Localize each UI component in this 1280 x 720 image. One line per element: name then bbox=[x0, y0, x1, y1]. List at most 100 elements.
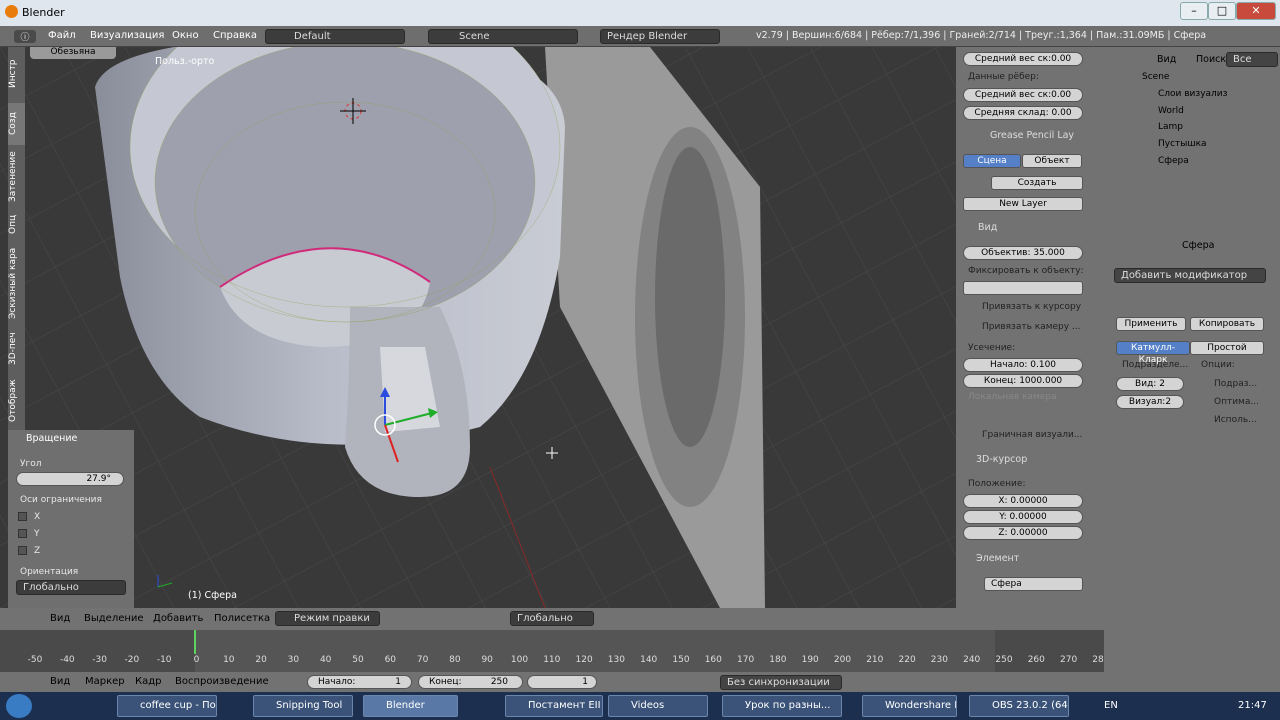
add-modifier-select[interactable]: Добавить модификатор bbox=[1114, 268, 1266, 283]
taskbar-item[interactable]: Wondershare Fil... bbox=[862, 695, 957, 717]
lock-object-field[interactable] bbox=[963, 281, 1083, 295]
lens-field[interactable]: Объектив: 35.000 bbox=[963, 246, 1083, 260]
mean-crease-field[interactable]: Средняя склад: 0.00 bbox=[963, 106, 1083, 120]
orientation-select[interactable]: Глобально bbox=[16, 580, 126, 595]
timeline-playback-menu[interactable]: Воспроизведение bbox=[175, 676, 269, 687]
mean-weight-edge-field[interactable]: Средний вес ск:0.00 bbox=[963, 88, 1083, 102]
timeline-tick-label: 20 bbox=[255, 655, 267, 665]
outliner-item-empty[interactable]: Пустышка bbox=[1158, 139, 1207, 149]
timeline-marker-menu[interactable]: Маркер bbox=[85, 676, 125, 687]
outliner-item-render-layers[interactable]: Слои визуализ bbox=[1158, 89, 1227, 99]
lock-camera-label[interactable]: Привязать камеру ... bbox=[982, 322, 1081, 332]
new-layer-button[interactable]: New Layer bbox=[963, 197, 1083, 211]
option-subdiv-uv[interactable]: Подраз... bbox=[1214, 379, 1257, 389]
axis-y-checkbox[interactable] bbox=[18, 529, 27, 538]
menu-file[interactable]: Файл bbox=[48, 30, 76, 41]
start-frame-field[interactable]: Начало: 1 bbox=[307, 675, 412, 689]
outliner-item-lamp[interactable]: Lamp bbox=[1158, 122, 1183, 132]
3d-viewport[interactable]: Обезьяна Польз.-орто (1) Сфера bbox=[0, 47, 956, 608]
outliner-item-scene[interactable]: Scene bbox=[1142, 72, 1169, 82]
tab-3d-print[interactable]: 3D-печ bbox=[8, 327, 25, 371]
taskbar-item[interactable]: Snipping Tool bbox=[253, 695, 353, 717]
scene-select[interactable]: Scene bbox=[428, 29, 578, 44]
outliner-item-world[interactable]: World bbox=[1158, 106, 1184, 116]
option-use-opensubdiv[interactable]: Исполь... bbox=[1214, 415, 1257, 425]
menu-window[interactable]: Окно bbox=[172, 30, 199, 41]
3d-cursor-header[interactable]: 3D-курсор bbox=[976, 454, 1027, 465]
outliner-item-sphere[interactable]: Сфера bbox=[1158, 156, 1189, 166]
angle-field[interactable]: 27.9° bbox=[16, 472, 124, 486]
current-frame-field[interactable]: 1 bbox=[527, 675, 597, 689]
header-mesh-menu[interactable]: Полисетка bbox=[214, 613, 270, 624]
taskbar-item[interactable]: Blender bbox=[363, 695, 458, 717]
cursor-x-field[interactable]: X: 0.00000 bbox=[963, 494, 1083, 508]
tab-shading[interactable]: Затенение bbox=[8, 147, 25, 207]
taskbar-item[interactable]: Постамент ЕII bbox=[505, 695, 603, 717]
tab-grease-pencil[interactable]: Эскизный кара bbox=[8, 243, 25, 323]
axis-z-checkbox[interactable] bbox=[18, 546, 27, 555]
blender-logo-icon bbox=[5, 5, 18, 18]
timeline-tick-label: 0 bbox=[193, 655, 200, 665]
create-button[interactable]: Создать bbox=[991, 176, 1083, 190]
scene-button[interactable]: Сцена bbox=[963, 154, 1021, 168]
tab-tools[interactable]: Инстр bbox=[8, 49, 25, 99]
language-indicator[interactable]: EN bbox=[1104, 700, 1118, 711]
cursor-z-label: Z: bbox=[998, 528, 1008, 538]
timeline-tick-label: 150 bbox=[672, 655, 690, 665]
grease-pencil-header[interactable]: Grease Pencil Lay bbox=[990, 130, 1074, 141]
simple-button[interactable]: Простой bbox=[1190, 341, 1264, 355]
lock-cursor-label[interactable]: Привязать к курсору bbox=[982, 302, 1081, 312]
clip-start-field[interactable]: Начало: 0.100 bbox=[963, 358, 1083, 372]
cursor-y-field[interactable]: Y: 0.00000 bbox=[963, 510, 1083, 524]
timeline-frame-menu[interactable]: Кадр bbox=[135, 676, 162, 687]
apply-button[interactable]: Применить bbox=[1116, 317, 1186, 331]
header-add-menu[interactable]: Добавить bbox=[153, 613, 203, 624]
close-button[interactable]: ✕ bbox=[1236, 2, 1276, 20]
info-editor-icon[interactable]: ⓘ bbox=[14, 30, 36, 43]
taskbar-item[interactable]: coffee cup - По... bbox=[117, 695, 217, 717]
render-engine-select[interactable]: Рендер Blender bbox=[600, 29, 720, 44]
outliner-view-menu[interactable]: Вид bbox=[1157, 54, 1176, 65]
catmull-clark-button[interactable]: Катмулл-Кларк bbox=[1116, 341, 1190, 365]
cursor-z-field[interactable]: Z: 0.00000 bbox=[963, 526, 1083, 540]
layout-select[interactable]: Default bbox=[265, 29, 405, 44]
tab-display[interactable]: Отображ bbox=[8, 373, 25, 428]
subdiv-view-field[interactable]: Вид: 2 bbox=[1116, 377, 1184, 391]
object-button[interactable]: Объект bbox=[1022, 154, 1082, 168]
start-button[interactable] bbox=[6, 694, 32, 718]
timeline-view-menu[interactable]: Вид bbox=[50, 676, 70, 687]
item-name-field[interactable]: Сфера bbox=[984, 577, 1083, 591]
header-view-menu[interactable]: Вид bbox=[50, 613, 70, 624]
header-select-menu[interactable]: Выделение bbox=[84, 613, 144, 624]
tool-shelf-tabs: Инстр Созд Затенение Опц Эскизный кара 3… bbox=[8, 47, 25, 430]
copy-button[interactable]: Копировать bbox=[1190, 317, 1264, 331]
property-editor: Сфера Добавить модификатор Применить Коп… bbox=[1104, 207, 1280, 608]
axis-x-checkbox[interactable] bbox=[18, 512, 27, 521]
clock[interactable]: 21:47 bbox=[1238, 700, 1267, 711]
timeline-tick-label: -50 bbox=[27, 655, 43, 665]
tab-create[interactable]: Созд bbox=[8, 103, 25, 145]
menu-render[interactable]: Визуализация bbox=[90, 30, 164, 41]
option-optimal[interactable]: Оптима... bbox=[1214, 397, 1259, 407]
taskbar-item[interactable]: OBS 23.0.2 (64-... bbox=[969, 695, 1069, 717]
minimize-button[interactable]: – bbox=[1180, 2, 1208, 20]
outliner-search-menu[interactable]: Поиск bbox=[1196, 54, 1226, 65]
item-header[interactable]: Элемент bbox=[976, 553, 1019, 564]
sync-mode-select[interactable]: Без синхронизации bbox=[720, 675, 842, 690]
timeline[interactable]: -50 -40 -30 -20 -10 0 10 20 30 40 50 60 70 80 90 100 110… bbox=[0, 630, 1109, 672]
tab-options[interactable]: Опц bbox=[8, 209, 25, 239]
taskbar-item[interactable]: Videos bbox=[608, 695, 708, 717]
transform-orientation-select[interactable]: Глобально bbox=[510, 611, 594, 626]
taskbar-item[interactable]: Урок по разны... bbox=[722, 695, 842, 717]
menu-help[interactable]: Справка bbox=[213, 30, 257, 41]
clip-end-field[interactable]: Конец: 1000.000 bbox=[963, 374, 1083, 388]
view-panel-header[interactable]: Вид bbox=[978, 222, 997, 233]
mean-weight-field[interactable]: Средний вес ск:0.00 bbox=[963, 52, 1083, 66]
subdiv-render-field[interactable]: Визуал:2 bbox=[1116, 395, 1184, 409]
outliner-display-select[interactable]: Все сцены bbox=[1226, 52, 1278, 67]
maximize-button[interactable]: □ bbox=[1208, 2, 1236, 20]
end-frame-field[interactable]: Конец: 250 bbox=[418, 675, 523, 689]
axis-z-label: Z bbox=[34, 546, 41, 556]
mode-select[interactable]: Режим правки bbox=[275, 611, 380, 626]
render-border-label[interactable]: Граничная визуали... bbox=[982, 430, 1082, 440]
